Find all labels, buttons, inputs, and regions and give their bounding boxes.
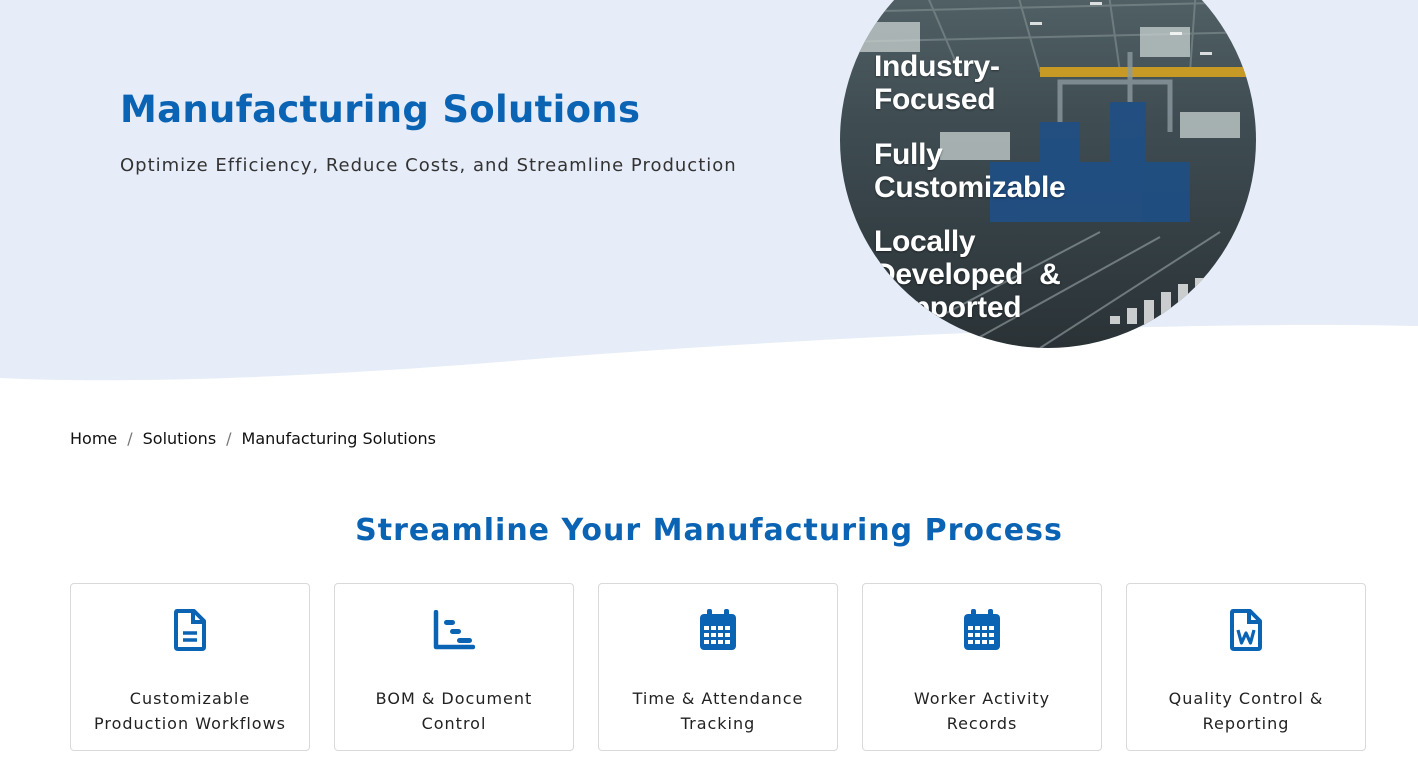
hero-section: Manufacturing Solutions Optimize Efficie… [0, 0, 1418, 390]
feature-card-attendance[interactable]: Time & Attendance Tracking [598, 583, 838, 751]
calendar-icon [696, 608, 740, 652]
feature-fully-customizable: Fully Customizable [874, 138, 1066, 204]
feature-cards: Customizable Production Workflows BOM & … [70, 583, 1366, 751]
feature-card-quality-control[interactable]: Quality Control & Reporting [1126, 583, 1366, 751]
breadcrumb-home[interactable]: Home [70, 429, 117, 448]
breadcrumb-separator: / [226, 429, 232, 448]
card-label: Worker Activity Records [913, 689, 1051, 733]
gantt-chart-icon [432, 608, 476, 652]
card-label: BOM & Document Control [375, 689, 533, 733]
feature-locally-developed: Locally Developed & Supported [874, 225, 1061, 324]
section-title: Streamline Your Manufacturing Process [355, 513, 1063, 548]
page-title: Manufacturing Solutions [120, 88, 641, 131]
breadcrumb-solutions[interactable]: Solutions [143, 429, 217, 448]
breadcrumb-separator: / [127, 429, 133, 448]
breadcrumb-current: Manufacturing Solutions [241, 429, 437, 448]
feature-card-workflows[interactable]: Customizable Production Workflows [70, 583, 310, 751]
card-label: Customizable Production Workflows [93, 689, 286, 733]
word-file-icon [1224, 608, 1268, 652]
calendar-icon [960, 608, 1004, 652]
feature-industry-focused: Industry- Focused [874, 50, 1000, 116]
card-label: Time & Attendance Tracking [632, 689, 804, 733]
feature-card-bom[interactable]: BOM & Document Control [334, 583, 574, 751]
card-label: Quality Control & Reporting [1168, 689, 1324, 733]
breadcrumb: Home / Solutions / Manufacturing Solutio… [70, 429, 436, 448]
feature-card-worker-activity[interactable]: Worker Activity Records [862, 583, 1102, 751]
hero-factory-image: Industry- Focused Fully Customizable Loc… [840, 0, 1256, 348]
page-subtitle: Optimize Efficiency, Reduce Costs, and S… [120, 155, 737, 176]
document-icon [168, 608, 212, 652]
